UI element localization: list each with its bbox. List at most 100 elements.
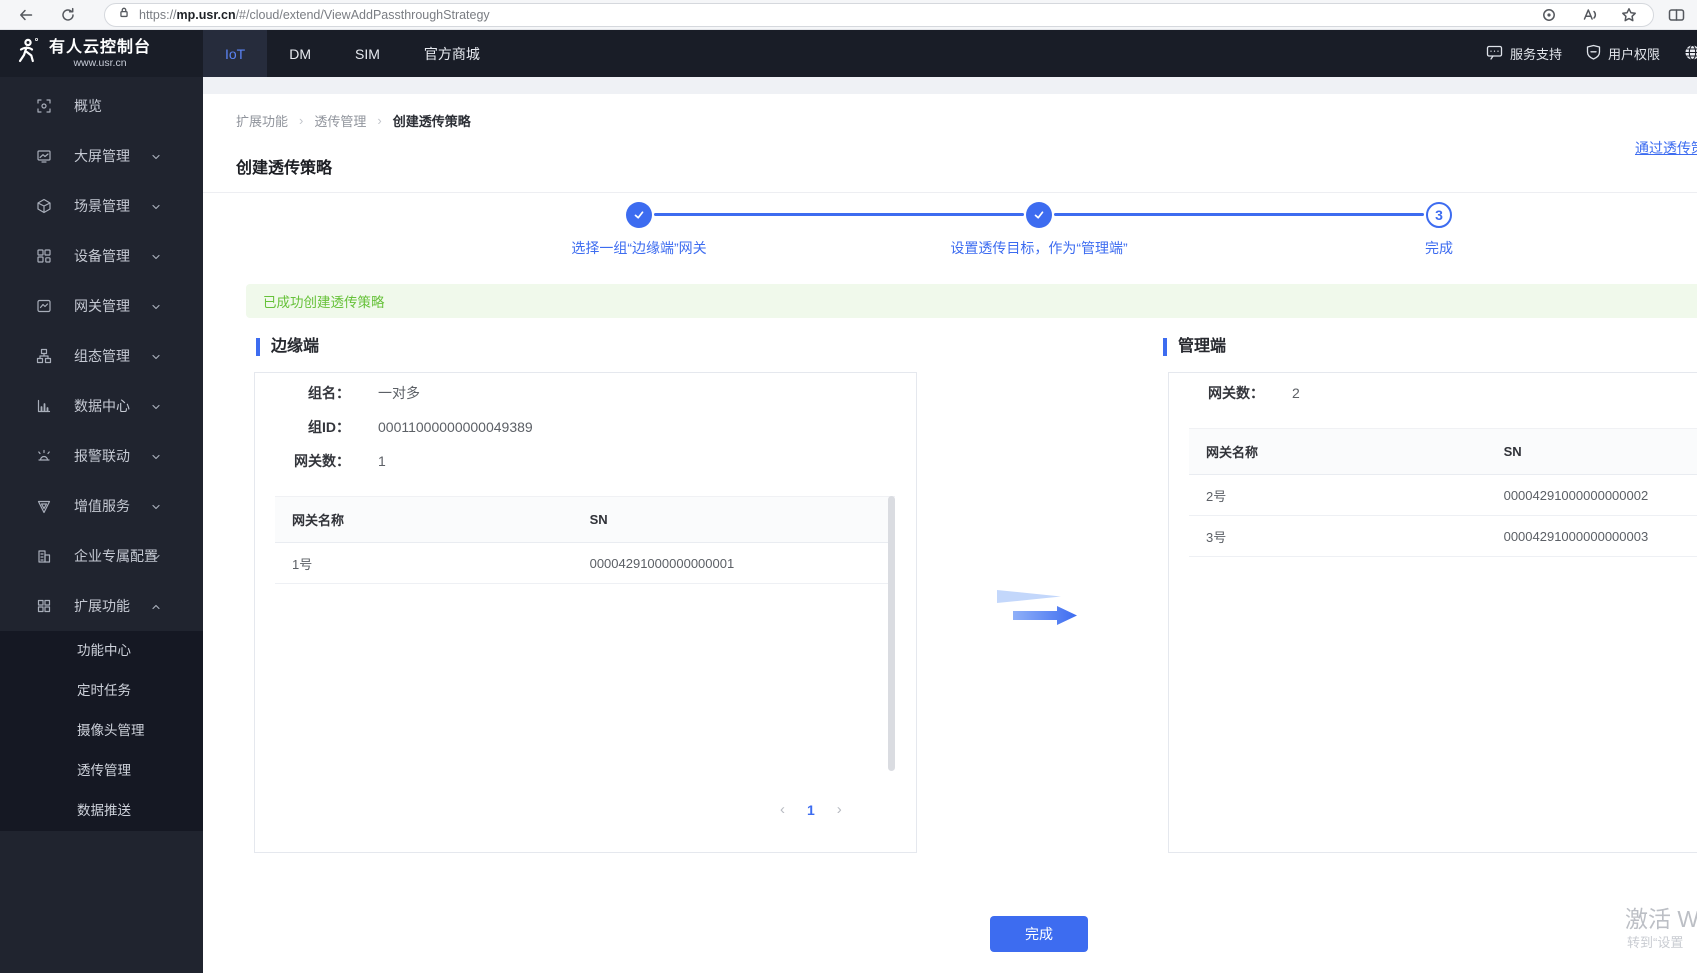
breadcrumb-item[interactable]: 透传管理 bbox=[314, 111, 366, 130]
sidebar-item-gateway[interactable]: 网关管理 bbox=[0, 281, 203, 331]
overview-icon bbox=[37, 99, 51, 113]
tab-iot[interactable]: IoT bbox=[203, 30, 268, 77]
field-row: 组名： 一对多 bbox=[255, 376, 916, 410]
tab-dm[interactable]: DM bbox=[267, 30, 333, 77]
manage-section-title: 管理端 bbox=[1163, 338, 1226, 356]
chevron-down-icon bbox=[152, 404, 160, 410]
language-switcher[interactable]: E bbox=[1684, 44, 1697, 64]
sidebar-item-datacenter[interactable]: 数据中心 bbox=[0, 381, 203, 431]
gateway-sn-cell: 00004291000000000003 bbox=[1503, 528, 1649, 544]
scene-icon bbox=[37, 198, 51, 214]
success-message: 已成功创建透传策略 bbox=[263, 295, 385, 310]
group-id-value: 00011000000000049389 bbox=[378, 419, 533, 435]
sidebar-item-device[interactable]: 设备管理 bbox=[0, 231, 203, 281]
pagination: ‹ 1 › bbox=[780, 801, 842, 818]
tab-mall[interactable]: 官方商城 bbox=[402, 30, 502, 77]
logo[interactable]: 有人云控制台 www.usr.cn bbox=[0, 30, 203, 77]
extend-submenu: 功能中心 定时任务 摄像头管理 透传管理 数据推送 bbox=[0, 631, 203, 831]
edge-card: 组名： 一对多 组ID： 00011000000000049389 网关数： 1… bbox=[254, 372, 917, 853]
globe-icon bbox=[1684, 44, 1697, 64]
chevron-down-icon bbox=[152, 504, 160, 510]
sidebar-label: 大屏管理 bbox=[74, 148, 130, 164]
permission-label: 用户权限 bbox=[1608, 47, 1661, 62]
content-top-gap bbox=[203, 77, 1697, 94]
browser-back-icon[interactable] bbox=[18, 7, 34, 23]
logo-title: 有人云控制台 bbox=[49, 38, 152, 56]
submenu-item-passthrough[interactable]: 透传管理 bbox=[0, 751, 203, 791]
passthrough-help-link[interactable]: 通过透传策 bbox=[1635, 138, 1697, 158]
sidebar-label: 网关管理 bbox=[74, 298, 130, 314]
chevron-down-icon bbox=[152, 554, 160, 560]
split-screen-icon[interactable] bbox=[1668, 7, 1685, 23]
gateway-name-cell: 1号 bbox=[292, 556, 313, 572]
top-nav-right: 服务支持 用户权限 E bbox=[1486, 30, 1697, 77]
edge-section-title: 边缘端 bbox=[256, 338, 319, 356]
pagination-next[interactable]: › bbox=[837, 801, 842, 818]
check-icon bbox=[1034, 211, 1044, 219]
table-header-row: 网关名称 SN bbox=[1189, 428, 1697, 475]
submenu-item-data-push[interactable]: 数据推送 bbox=[0, 791, 203, 831]
table-header-row: 网关名称 SN bbox=[275, 496, 895, 543]
browser-refresh-icon[interactable] bbox=[60, 7, 76, 23]
chevron-down-icon bbox=[152, 154, 160, 160]
device-grid-icon bbox=[37, 249, 51, 263]
sidebar-label: 概览 bbox=[74, 98, 102, 114]
pagination-prev[interactable]: ‹ bbox=[780, 801, 785, 818]
windows-activation-watermark-line2: 转到“设置 bbox=[1627, 935, 1684, 950]
tab-sim[interactable]: SIM bbox=[333, 30, 402, 77]
transfer-arrows-icon bbox=[993, 586, 1085, 637]
submenu-item-camera[interactable]: 摄像头管理 bbox=[0, 711, 203, 751]
breadcrumb-separator: › bbox=[377, 113, 382, 128]
step-1-circle bbox=[626, 202, 652, 228]
sidebar-item-enterprise[interactable]: 企业专属配置 bbox=[0, 531, 203, 581]
sitemap-icon bbox=[36, 348, 52, 364]
sidebar-item-vas[interactable]: 增值服务 bbox=[0, 481, 203, 531]
success-banner: 已成功创建透传策略 bbox=[246, 284, 1697, 318]
send-to-devices-icon[interactable] bbox=[1541, 7, 1557, 23]
chevron-down-icon bbox=[152, 304, 160, 310]
breadcrumb-item[interactable]: 扩展功能 bbox=[236, 111, 288, 130]
submenu-item-scheduled-tasks[interactable]: 定时任务 bbox=[0, 671, 203, 711]
extend-modules-icon bbox=[37, 599, 51, 613]
bar-chart-icon bbox=[37, 399, 51, 413]
shield-icon bbox=[1586, 44, 1601, 63]
col-sn: SN bbox=[589, 512, 608, 527]
url-path: /#/cloud/extend/ViewAddPassthroughStrate… bbox=[235, 8, 490, 22]
chevron-down-icon bbox=[152, 454, 160, 460]
sidebar-item-alarm[interactable]: 报警联动 bbox=[0, 431, 203, 481]
support-link[interactable]: 服务支持 bbox=[1486, 44, 1562, 63]
address-bar[interactable]: https://mp.usr.cn/#/cloud/extend/ViewAdd… bbox=[104, 3, 1654, 27]
gateway-count-value: 2 bbox=[1292, 385, 1300, 401]
permission-link[interactable]: 用户权限 bbox=[1586, 44, 1660, 63]
col-gateway-name: 网关名称 bbox=[292, 513, 345, 528]
sidebar-label: 场景管理 bbox=[74, 198, 130, 214]
table-scrollbar[interactable] bbox=[888, 496, 895, 771]
big-screen-icon bbox=[37, 150, 51, 163]
table-row: 2号 00004291000000000002 bbox=[1189, 475, 1697, 516]
step-2-label: 设置透传目标，作为“管理端” bbox=[950, 240, 1128, 256]
step-1-label: 选择一组“边缘端”网关 bbox=[571, 240, 707, 256]
sidebar-item-configuration[interactable]: 组态管理 bbox=[0, 331, 203, 381]
sidebar-item-extend[interactable]: 扩展功能 bbox=[0, 581, 203, 631]
favorite-star-icon[interactable] bbox=[1621, 7, 1637, 23]
sidebar-label: 组态管理 bbox=[74, 348, 130, 364]
pagination-page-1[interactable]: 1 bbox=[807, 802, 815, 818]
submenu-item-function-center[interactable]: 功能中心 bbox=[0, 631, 203, 671]
table-row: 3号 00004291000000000003 bbox=[1189, 516, 1697, 557]
step-3-label: 完成 bbox=[1425, 240, 1453, 256]
sidebar-item-bigscreen[interactable]: 大屏管理 bbox=[0, 131, 203, 181]
manage-fields: 网关数： 2 bbox=[1169, 373, 1697, 410]
sidebar-item-overview[interactable]: 概览 bbox=[0, 81, 203, 131]
manage-card: 网关数： 2 网关名称 SN 2号 00004291000000000002 3… bbox=[1168, 372, 1697, 853]
edge-fields: 组名： 一对多 组ID： 00011000000000049389 网关数： 1 bbox=[255, 373, 916, 478]
building-icon bbox=[38, 550, 51, 563]
page-title: 创建透传策略 bbox=[236, 160, 333, 177]
finish-button[interactable]: 完成 bbox=[990, 916, 1088, 952]
step-number: 3 bbox=[1435, 207, 1443, 223]
edge-gateway-table: 网关名称 SN 1号 00004291000000000001 bbox=[275, 496, 895, 584]
gateway-count-value: 1 bbox=[378, 453, 386, 469]
breadcrumb: 扩展功能 › 透传管理 › 创建透传策略 bbox=[236, 111, 471, 130]
sidebar-item-scene[interactable]: 场景管理 bbox=[0, 181, 203, 231]
read-aloud-icon[interactable] bbox=[1582, 7, 1598, 23]
sidebar-label: 设备管理 bbox=[74, 248, 130, 264]
